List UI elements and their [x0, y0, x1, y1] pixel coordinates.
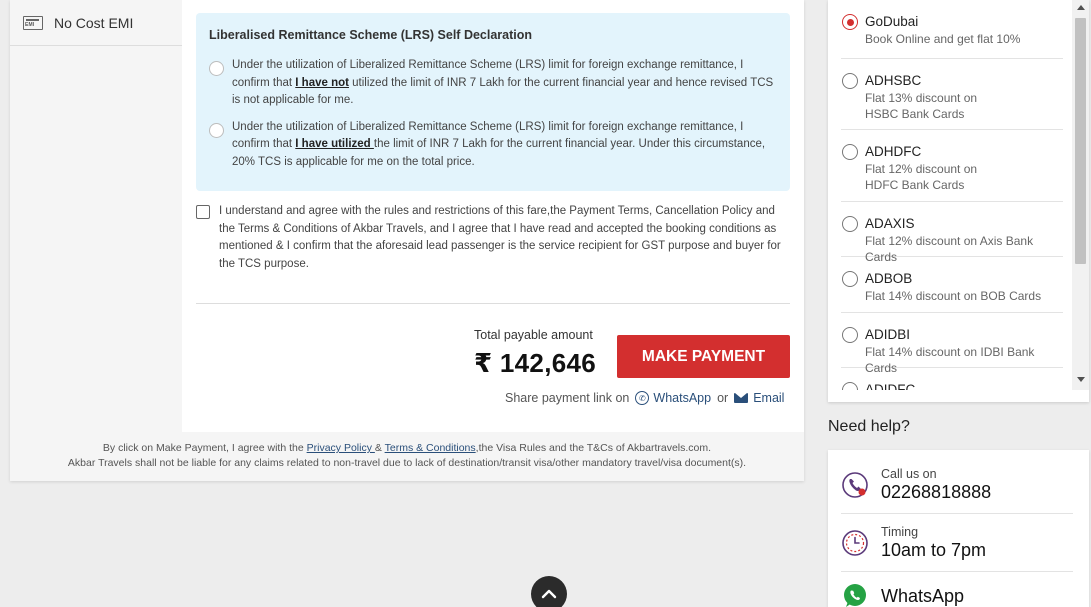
- payment-methods-sidebar: EMI No Cost EMI: [10, 0, 182, 432]
- share-label: Share payment link on: [505, 391, 630, 405]
- share-or: or: [717, 391, 729, 405]
- coupon-list-card: GoDubai Book Online and get flat 10% ADH…: [828, 0, 1089, 402]
- coupon-code: ADIDBI: [865, 327, 911, 342]
- share-email-link[interactable]: Email: [734, 391, 784, 405]
- help-whatsapp-label: WhatsApp: [881, 585, 965, 606]
- clock-icon: [842, 529, 868, 556]
- payment-disclaimer: By click on Make Payment, I agree with t…: [10, 432, 804, 481]
- divider: [196, 303, 790, 304]
- lrs-declaration-box: Liberalised Remittance Scheme (LRS) Self…: [196, 13, 790, 191]
- coupon-radio[interactable]: [842, 382, 858, 390]
- help-whatsapp[interactable]: WhatsApp: [841, 572, 1073, 607]
- payment-card: EMI No Cost EMI Liberalised Remittance S…: [10, 0, 804, 481]
- mail-icon: [734, 393, 749, 403]
- whatsapp-icon: [844, 584, 866, 607]
- lrs-option-utilized[interactable]: Under the utilization of Liberalized Rem…: [209, 119, 777, 172]
- coupon-desc: Flat 12% discount on HDFC Bank Cards: [865, 162, 978, 192]
- disclaimer-line-2: Akbar Travels shall not be liable for an…: [67, 457, 747, 469]
- help-timing-text: Timing 10am to 7pm: [881, 525, 986, 561]
- coupon-code: ADHDFC: [865, 144, 922, 159]
- lrs-option-text: Under the utilization of Liberalized Rem…: [232, 120, 766, 168]
- coupon-code: ADBOB: [865, 271, 913, 286]
- lrs-title: Liberalised Remittance Scheme (LRS) Self…: [209, 28, 533, 42]
- scroll-up-arrow-icon[interactable]: [1077, 5, 1085, 10]
- coupon-adaxis[interactable]: ADAXIS Flat 12% discount on Axis Bank Ca…: [841, 202, 1063, 264]
- scrollbar-thumb[interactable]: [1075, 18, 1086, 264]
- coupon-radio-selected[interactable]: [842, 14, 858, 30]
- coupon-code: ADAXIS: [865, 216, 915, 231]
- chevron-up-icon: [541, 589, 557, 599]
- lrs-option-not-utilized[interactable]: Under the utilization of Liberalized Rem…: [209, 57, 777, 110]
- scroll-to-top-button[interactable]: [531, 576, 567, 607]
- whatsapp-icon: ✆: [635, 391, 650, 405]
- help-call-number: 02268818888: [881, 481, 992, 502]
- help-call-label: Call us on: [881, 466, 937, 481]
- coupon-code: ADHSBC: [865, 73, 922, 88]
- total-payable-label: Total payable amount: [474, 328, 593, 342]
- lrs-radio-utilized[interactable]: [209, 122, 224, 138]
- coupon-scrollbar[interactable]: [1072, 0, 1089, 390]
- share-email-label: Email: [753, 391, 785, 405]
- disclaimer-line-1: By click on Make Payment, I agree with t…: [102, 442, 712, 454]
- emi-card-icon: EMI: [23, 15, 43, 30]
- total-payable-amount: ₹ 142,646: [474, 348, 596, 378]
- coupon-code: GoDubai: [865, 14, 919, 29]
- sidebar-item-label: No Cost EMI: [54, 14, 134, 31]
- share-whatsapp-link[interactable]: ✆ WhatsApp: [635, 391, 711, 405]
- coupon-radio[interactable]: [842, 144, 858, 160]
- lrs-radio-not-utilized[interactable]: [209, 61, 224, 76]
- make-payment-button[interactable]: MAKE PAYMENT: [617, 335, 790, 378]
- help-call[interactable]: Call us on 02268818888: [841, 456, 1073, 514]
- coupon-adhsbc[interactable]: ADHSBC Flat 13% discount on HSBC Bank Car…: [841, 59, 1063, 130]
- help-timing-label: Timing: [881, 524, 919, 539]
- coupon-adhdfc[interactable]: ADHDFC Flat 12% discount on HDFC Bank Car…: [841, 130, 1063, 202]
- share-whatsapp-label: WhatsApp: [653, 391, 712, 405]
- terms-conditions-link[interactable]: Terms & Conditions: [385, 442, 476, 454]
- scroll-down-arrow-icon[interactable]: [1077, 377, 1085, 382]
- phone-icon: [842, 471, 868, 498]
- help-timing-value: 10am to 7pm: [881, 539, 987, 560]
- coupon-adidbi[interactable]: ADIDBI Flat 14% discount on IDBI Bank Ca…: [841, 313, 1063, 375]
- coupon-desc: Book Online and get flat 10%: [865, 32, 1021, 46]
- sidebar-item-no-cost-emi[interactable]: EMI No Cost EMI: [10, 0, 182, 46]
- terms-checkbox[interactable]: [196, 205, 210, 219]
- coupon-adidfc[interactable]: ADIDFC: [841, 368, 1063, 390]
- coupon-radio[interactable]: [842, 216, 858, 232]
- lrs-option-text: Under the utilization of Liberalized Rem…: [232, 59, 774, 106]
- coupon-radio[interactable]: [842, 73, 858, 89]
- coupon-radio[interactable]: [842, 327, 858, 343]
- coupon-godubai[interactable]: GoDubai Book Online and get flat 10%: [841, 0, 1063, 59]
- coupon-radio[interactable]: [842, 271, 858, 287]
- privacy-policy-link[interactable]: Privacy Policy: [307, 442, 375, 454]
- help-timing: Timing 10am to 7pm: [841, 514, 1073, 572]
- help-call-text: Call us on 02268818888: [881, 467, 991, 503]
- terms-agreement: I understand and agree with the rules an…: [196, 203, 796, 273]
- need-help-title: Need help?: [828, 418, 910, 435]
- coupon-desc: Flat 14% discount on BOB Cards: [865, 289, 1042, 303]
- coupon-list[interactable]: GoDubai Book Online and get flat 10% ADH…: [828, 0, 1072, 390]
- terms-agreement-text: I understand and agree with the rules an…: [219, 205, 781, 270]
- share-payment-link: Share payment link on ✆ WhatsApp or Emai…: [505, 391, 784, 405]
- coupon-adbob[interactable]: ADBOB Flat 14% discount on BOB Cards: [841, 257, 1063, 313]
- coupon-code: ADIDFC: [865, 382, 916, 390]
- coupon-desc: Flat 13% discount on HSBC Bank Cards: [865, 91, 978, 121]
- help-card: Call us on 02268818888 Timing 10am to 7p…: [828, 450, 1089, 607]
